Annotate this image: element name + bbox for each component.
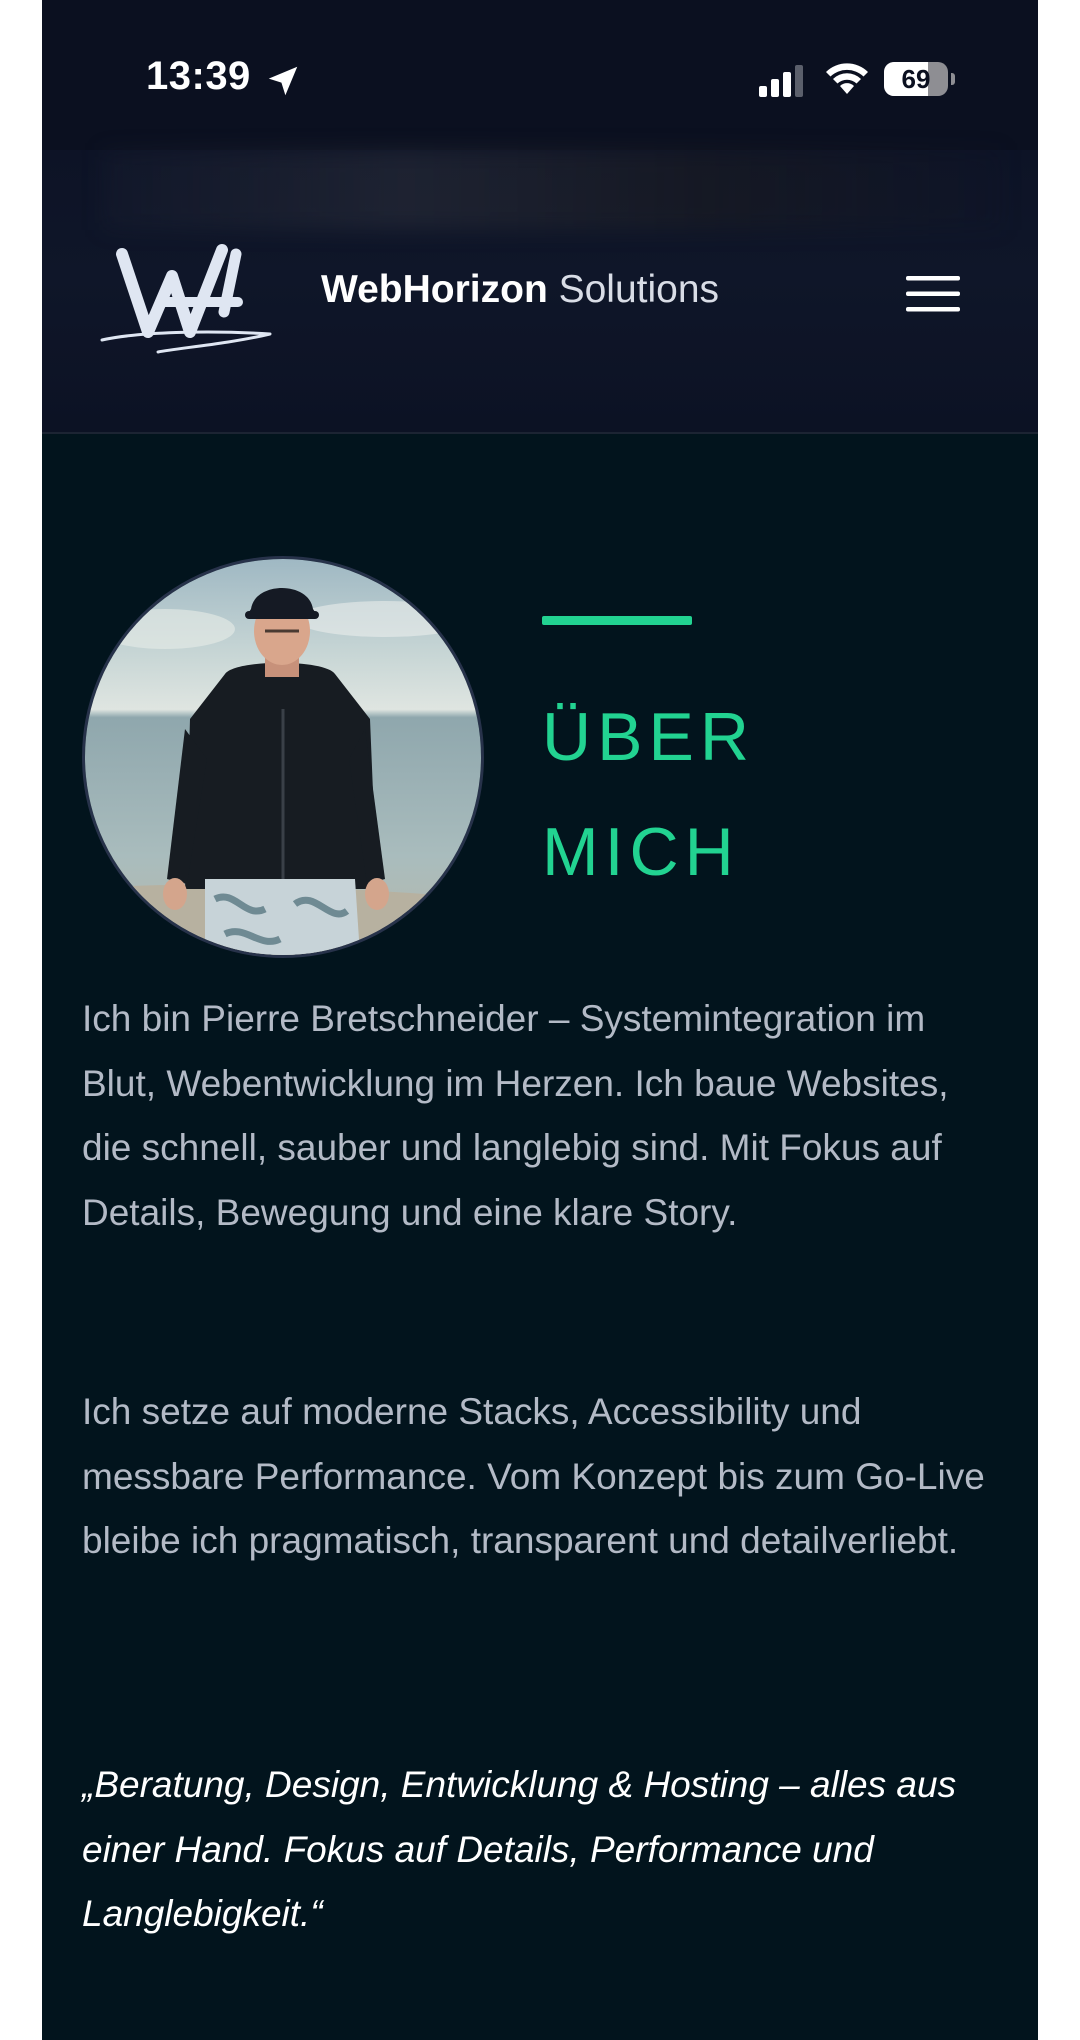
app-screen: 13:39 69 WebHorizon Solutions ÜBER MICH … [42, 0, 1038, 2040]
wifi-icon [826, 63, 868, 94]
brand-name-light: Solutions [558, 268, 720, 311]
section-title-line-2: MICH [542, 814, 740, 890]
header-glow [102, 150, 1002, 230]
status-bar: 13:39 69 [42, 0, 1038, 160]
section-title: ÜBER MICH [542, 680, 962, 910]
section-accent-line [542, 616, 692, 625]
cellular-signal-icon [759, 65, 803, 97]
battery-percent: 69 [901, 64, 931, 94]
battery-icon: 69 [884, 62, 948, 96]
battery-cap [951, 73, 955, 85]
profile-photo [82, 556, 484, 958]
profile-photo-image [85, 559, 481, 955]
about-quote: „Beratung, Design, Entwicklung & Hosting… [82, 1764, 957, 1934]
brand-name[interactable]: WebHorizon Solutions [321, 268, 719, 312]
section-title-line-1: ÜBER [542, 699, 755, 775]
location-arrow-icon [268, 66, 298, 96]
about-paragraph-1: Ich bin Pierre Bretschneider – Systemint… [82, 998, 949, 1233]
hamburger-menu-icon[interactable] [904, 274, 962, 314]
brand-name-strong: WebHorizon [321, 268, 548, 311]
webhorizon-logo[interactable] [98, 240, 274, 358]
status-time: 13:39 [146, 54, 251, 98]
about-paragraph-2: Ich setze auf moderne Stacks, Accessibil… [82, 1391, 985, 1561]
site-header: WebHorizon Solutions [42, 150, 1038, 434]
